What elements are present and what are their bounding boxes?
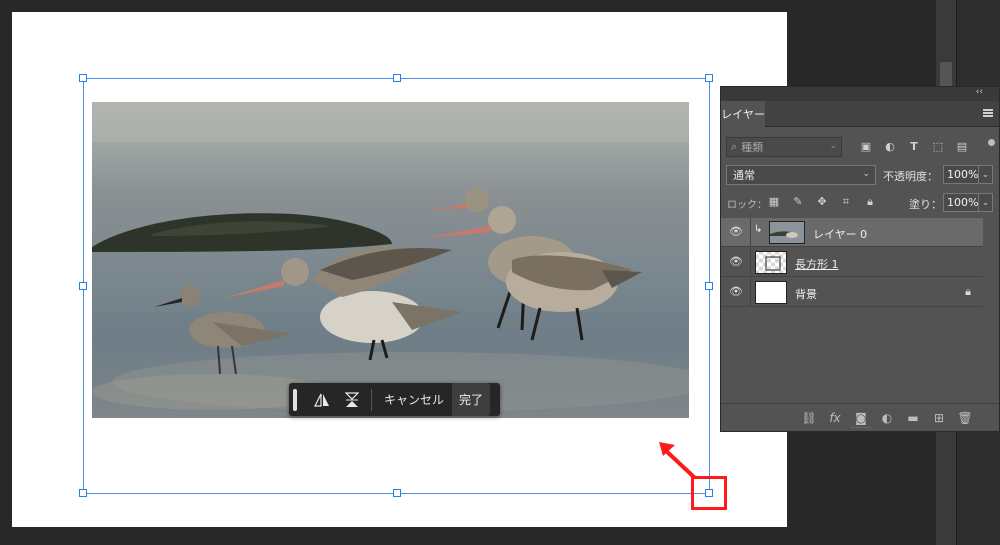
eye-separator	[750, 248, 751, 277]
lock-pixels-icon[interactable]: ✎	[791, 195, 805, 209]
adjustment-layer-icon[interactable]: ◐	[879, 410, 895, 426]
eye-separator	[750, 218, 751, 247]
task-bar-separator	[371, 388, 372, 411]
lock-all-icon[interactable]: 🔒︎	[863, 195, 877, 209]
layers-panel: ‹‹ レイヤー ⌕ 種類 ⌄ ▣ ◐ T ⬚ ▤ 通常 ⌄ 不透明度： 100%…	[720, 86, 1000, 432]
clipping-mask-icon: ↳	[754, 224, 763, 235]
panel-menu-icon[interactable]	[983, 109, 993, 117]
lock-transparency-icon[interactable]: ▦	[767, 195, 781, 209]
task-bar-grip[interactable]	[293, 388, 297, 411]
visibility-eye-icon[interactable]: 👁︎	[729, 226, 743, 238]
filter-kind-select[interactable]: ⌕ 種類 ⌄	[726, 137, 842, 157]
workspace: キャンセル 完了 ‹‹ レイヤー ⌕ 種類 ⌄ ▣ ◐ T ⬚ ▤ 通常 ⌄ 不…	[0, 0, 1000, 545]
blend-mode-select[interactable]: 通常 ⌄	[726, 165, 876, 185]
new-group-icon[interactable]: ▬	[905, 410, 921, 426]
add-mask-icon[interactable]: ◙	[853, 410, 869, 426]
flip-vertical-icon[interactable]	[337, 383, 367, 416]
link-layers-icon[interactable]: ⛓︎	[801, 410, 817, 426]
image-filter-icon[interactable]: ▣	[859, 140, 873, 154]
layer-filter-row: ⌕ 種類 ⌄ ▣ ◐ T ⬚ ▤	[721, 135, 999, 159]
panel-footer: ⛓︎ fx ◙ ◐ ▬ ⊞ 🗑︎	[721, 403, 999, 431]
fill-dropdown-icon[interactable]: ⌄	[979, 193, 993, 212]
type-filter-icon[interactable]: T	[907, 140, 921, 154]
layer-thumbnail	[755, 281, 787, 304]
lock-position-icon[interactable]: ✥	[815, 195, 829, 209]
placed-photo-birds[interactable]	[92, 102, 689, 418]
delete-layer-icon[interactable]: 🗑︎	[957, 410, 973, 426]
lock-icon: 🔒︎	[965, 285, 971, 298]
annotation-arrow-icon	[659, 442, 697, 480]
photo-illustration	[92, 102, 689, 418]
smart-object-filter-icon[interactable]: ▤	[955, 140, 969, 154]
panel-tab-row: レイヤー	[721, 101, 999, 127]
opacity-field[interactable]: 100%	[943, 165, 979, 184]
opacity-label: 不透明度：	[883, 170, 938, 183]
layer-list: 👁︎ ↳ レイヤー 0 👁︎ 長方形 1 👁︎ 背景 🔒︎	[721, 218, 999, 404]
blend-mode-value: 通常	[733, 169, 755, 182]
collapse-panel-icon[interactable]: ‹‹	[976, 87, 983, 97]
chevron-down-icon: ⌄	[829, 141, 837, 151]
layer-name: レイヤー 0	[813, 228, 868, 241]
tab-layers[interactable]: レイヤー	[721, 101, 765, 127]
shape-filter-icon[interactable]: ⬚	[931, 140, 945, 154]
lock-row: ロック： ▦ ✎ ✥ ⌗ 🔒︎ 塗り： 100% ⌄	[721, 192, 999, 214]
adjustment-filter-icon[interactable]: ◐	[883, 140, 897, 154]
panel-resize-grip[interactable]	[851, 427, 871, 430]
layer-row-background[interactable]: 👁︎ 背景 🔒︎	[721, 278, 983, 307]
fx-icon[interactable]: fx	[827, 410, 843, 426]
lock-label: ロック：	[727, 200, 767, 211]
layer-row-rectangle-1[interactable]: 👁︎ 長方形 1	[721, 248, 983, 277]
eye-separator	[750, 278, 751, 307]
blend-row: 通常 ⌄ 不透明度： 100% ⌄	[721, 164, 999, 186]
fill-label: 塗り：	[909, 198, 942, 211]
fill-field[interactable]: 100%	[943, 193, 979, 212]
contextual-task-bar: キャンセル 完了	[289, 383, 500, 416]
search-icon: ⌕	[731, 140, 738, 153]
layer-thumbnail	[755, 251, 787, 274]
done-button[interactable]: 完了	[452, 383, 491, 416]
visibility-eye-icon[interactable]: 👁︎	[729, 286, 743, 298]
layer-name: 背景	[795, 288, 817, 301]
flip-horizontal-icon[interactable]	[307, 383, 337, 416]
opacity-dropdown-icon[interactable]: ⌄	[979, 165, 993, 184]
filter-kind-label: 種類	[741, 141, 764, 154]
layer-thumbnail	[769, 221, 805, 244]
panel-title-bar: ‹‹	[721, 87, 999, 101]
layer-row-layer-0[interactable]: 👁︎ ↳ レイヤー 0	[721, 218, 983, 247]
cancel-button[interactable]: キャンセル	[376, 383, 452, 416]
chevron-down-icon: ⌄	[862, 169, 870, 179]
layer-name: 長方形 1	[795, 258, 839, 271]
lock-artboard-icon[interactable]: ⌗	[839, 195, 853, 209]
new-layer-icon[interactable]: ⊞	[931, 410, 947, 426]
visibility-eye-icon[interactable]: 👁︎	[729, 256, 743, 268]
filter-toggle-icon[interactable]	[988, 139, 995, 146]
